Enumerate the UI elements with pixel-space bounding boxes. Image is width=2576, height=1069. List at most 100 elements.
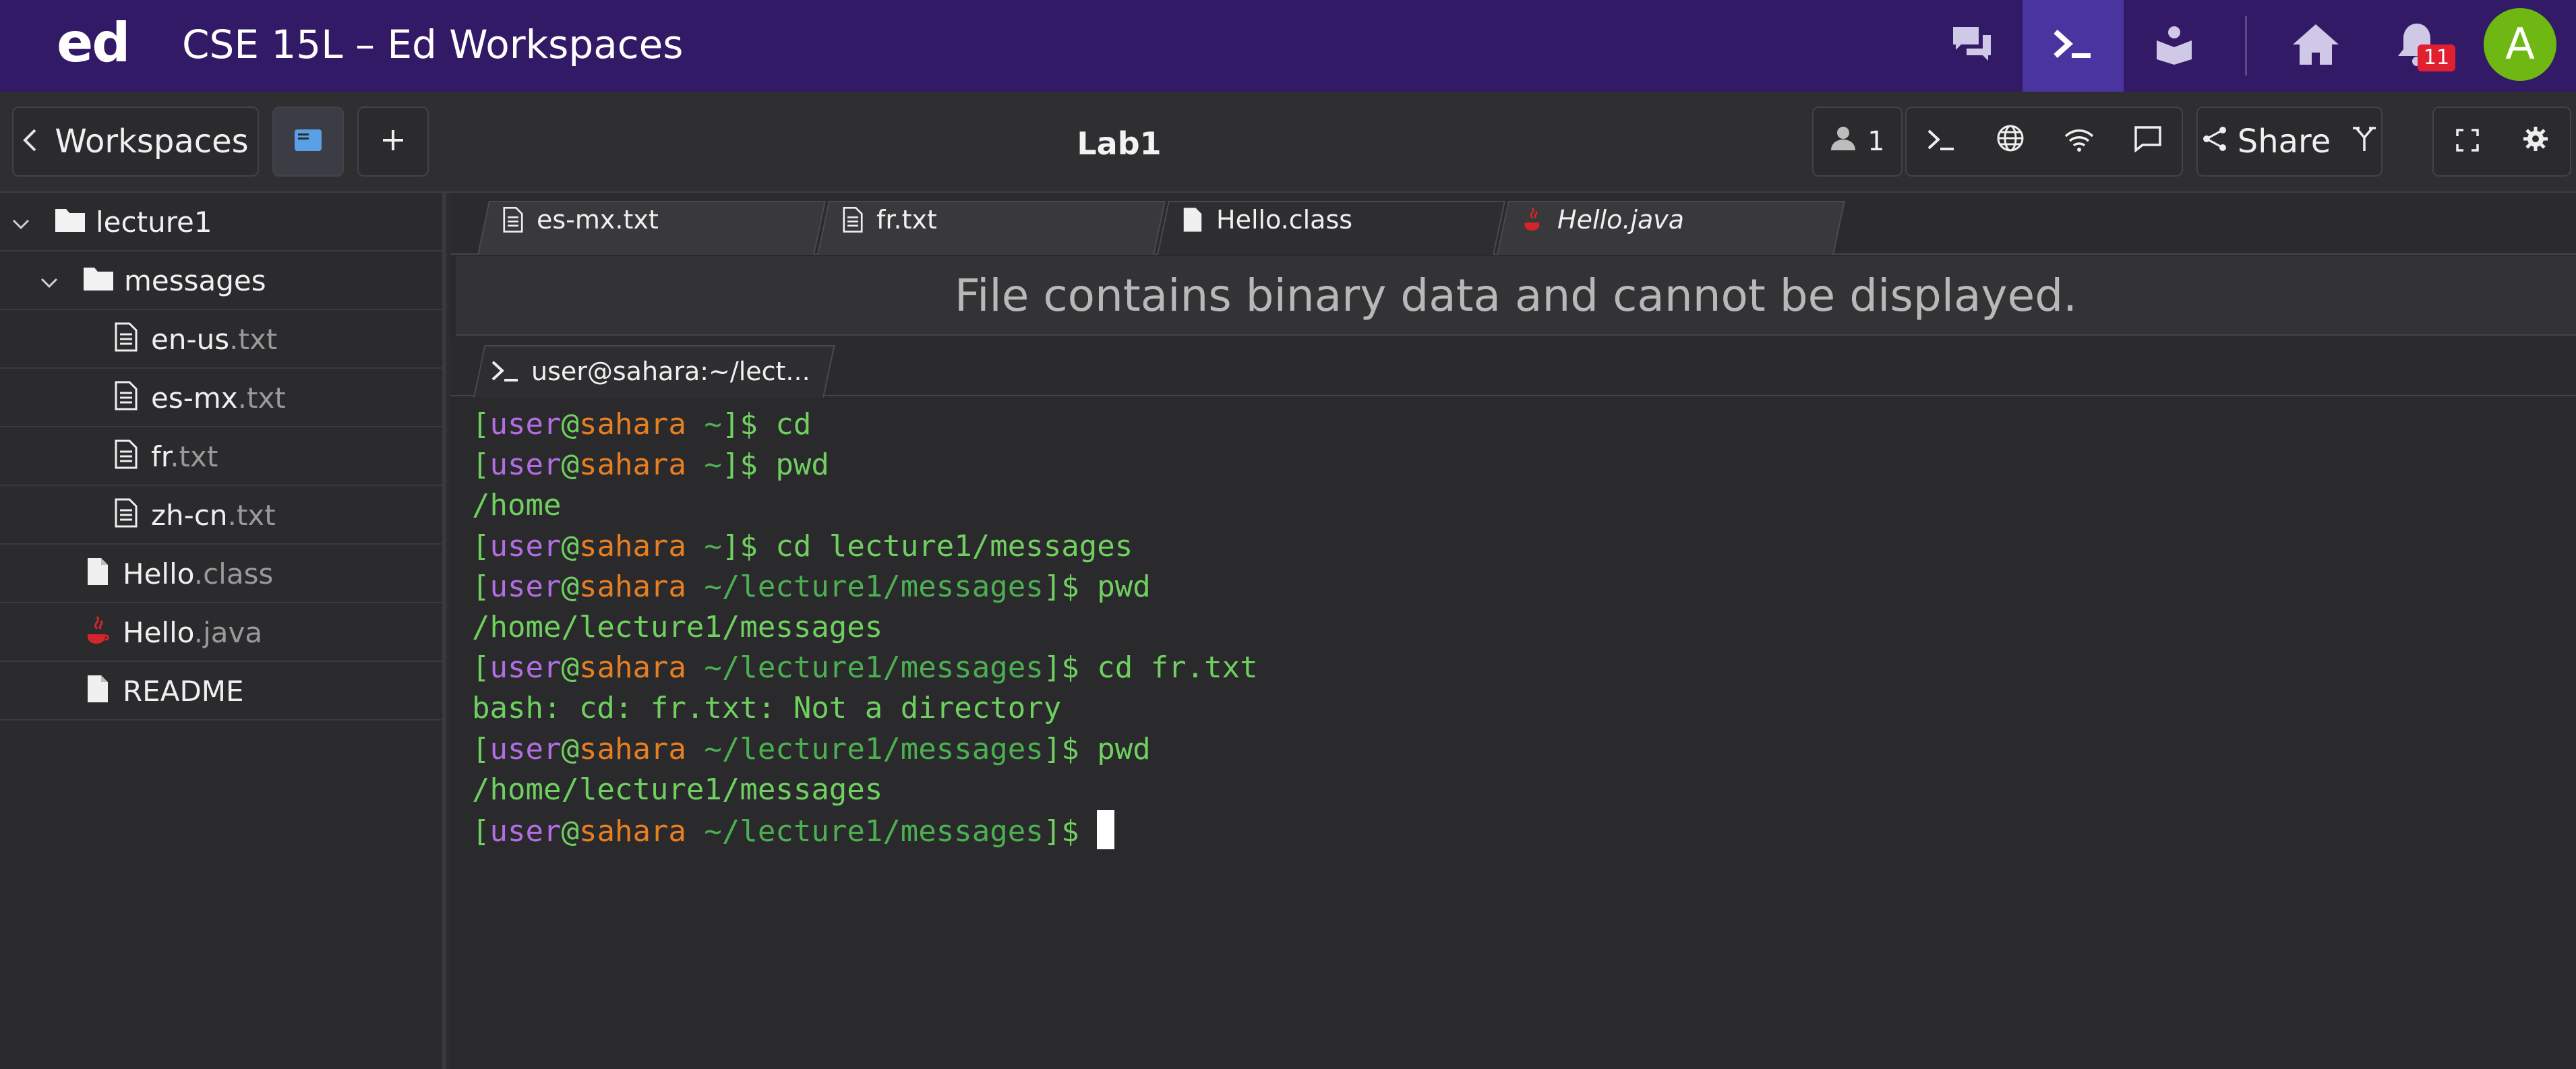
text-file-icon: [115, 439, 138, 476]
terminal-cursor: [1097, 810, 1115, 849]
prompt-at: @: [561, 448, 579, 483]
workspaces-label: Workspaces: [55, 123, 249, 160]
prompt-bracket: ]$: [721, 407, 776, 441]
avatar[interactable]: A: [2484, 8, 2556, 81]
terminal-icon: [2051, 28, 2095, 64]
plus-icon: [381, 123, 405, 160]
file-name: fr: [151, 440, 171, 473]
tools-group: [1905, 106, 2183, 177]
tree-file-fr[interactable]: fr.txt: [0, 427, 442, 486]
tree-item-label: README: [123, 675, 244, 708]
terminal-command: pwd: [1097, 731, 1151, 766]
lessons-button[interactable]: [2124, 0, 2225, 92]
tree-folder-lecture1[interactable]: lecture1: [0, 193, 442, 251]
java-icon: [85, 615, 111, 653]
top-navbar: ed CSE 15L – Ed Workspaces 11 A: [0, 0, 2576, 92]
prompt-bracket: ]$: [1043, 814, 1098, 849]
tree-item-label: fr.txt: [151, 441, 218, 473]
ed-logo[interactable]: ed: [57, 9, 131, 77]
terminal-line: [user@sahara ~]$ cd: [472, 404, 2576, 445]
chevron-down-icon[interactable]: [11, 208, 38, 235]
tab-hello-java-label[interactable]: Hello.java: [1522, 200, 1684, 240]
tab-fr-label[interactable]: fr.txt: [843, 200, 937, 240]
terminal-line: [user@sahara ~/lecture1/messages]$ cd fr…: [472, 648, 2576, 688]
file-name: en-us: [151, 323, 230, 356]
file-panel-toggle[interactable]: [272, 106, 344, 177]
tree-file-hello-class[interactable]: Hello.class: [0, 545, 442, 603]
prompt-bracket: [: [472, 650, 490, 685]
terminal-output[interactable]: [user@sahara ~]$ cd [user@sahara ~]$ pwd /…: [456, 398, 2576, 1069]
discussion-button[interactable]: [1921, 0, 2023, 92]
home-button[interactable]: [2265, 0, 2366, 92]
text-file-icon: [843, 207, 863, 233]
prompt-path: ~/lecture1/messages: [686, 814, 1044, 849]
workspace-name: Lab1: [1077, 125, 1162, 162]
fullscreen-icon[interactable]: [2455, 123, 2480, 160]
tree-file-en-us[interactable]: en-us.txt: [0, 310, 442, 369]
tab-hello-class-label[interactable]: Hello.class: [1182, 200, 1352, 240]
terminal-line: /home/lecture1/messages: [472, 607, 2576, 648]
tree-file-zh-cn[interactable]: zh-cn.txt: [0, 486, 442, 545]
terminal-line: /home: [472, 485, 2576, 526]
text-file-icon: [115, 322, 138, 359]
text-file-icon: [115, 498, 138, 534]
terminal-command: pwd: [775, 448, 829, 483]
gear-icon[interactable]: [2522, 123, 2549, 160]
terminal-output-text: /home: [472, 488, 562, 523]
prompt-at: @: [561, 528, 579, 563]
terminal-line: /home/lecture1/messages: [472, 770, 2576, 810]
home-icon: [2292, 23, 2340, 69]
chat-icon[interactable]: [2134, 123, 2162, 160]
tree-folder-messages[interactable]: messages: [0, 251, 442, 310]
wifi-icon[interactable]: [2064, 123, 2094, 160]
terminal-tab-bar: user@sahara:~/lect...: [450, 337, 2576, 398]
terminal-command: cd lecture1/messages: [775, 528, 1133, 563]
globe-icon[interactable]: [1996, 123, 2025, 160]
editor-tab-bar: es-mx.txt fr.txt Hello.class Hello.java: [450, 193, 2576, 255]
file-tree: lecture1 messages en-us.txt es-mx.txt fr…: [0, 193, 446, 1069]
tree-item-label: lecture1: [96, 206, 212, 239]
terminal-line: bash: cd: fr.txt: Not a directory: [472, 688, 2576, 729]
prompt-user: user: [489, 528, 562, 563]
share-icon: [2201, 123, 2228, 160]
terminal-command: cd fr.txt: [1097, 650, 1258, 685]
terminal-output-text: /home/lecture1/messages: [472, 609, 883, 644]
terminal-line: [user@sahara ~/lecture1/messages]$ pwd: [472, 729, 2576, 770]
prompt-bracket: [: [472, 448, 490, 483]
users-button[interactable]: 1: [1812, 106, 1903, 177]
tree-item-label: messages: [124, 264, 266, 297]
prompt-path: ~: [686, 448, 722, 483]
prompt-user: user: [489, 569, 562, 604]
terminal-tab-label[interactable]: user@sahara:~/lect...: [491, 353, 810, 390]
workspaces-terminal-button[interactable]: [2023, 0, 2124, 92]
tree-file-es-mx[interactable]: es-mx.txt: [0, 369, 442, 427]
tab-es-mx-label[interactable]: es-mx.txt: [503, 200, 659, 240]
text-file-icon: [503, 207, 523, 233]
terminal-command: pwd: [1097, 569, 1151, 604]
course-title: CSE 15L – Ed Workspaces: [182, 22, 684, 67]
prompt-bracket: [: [472, 569, 490, 604]
add-button[interactable]: [357, 106, 429, 177]
file-ext: .class: [193, 557, 274, 590]
share-group: Share: [2196, 106, 2383, 177]
file-name: zh-cn: [151, 499, 228, 532]
chevron-down-icon[interactable]: [39, 266, 66, 293]
terminal-line: [user@sahara ~/lecture1/messages]$ pwd: [472, 567, 2576, 607]
prompt-user: user: [489, 407, 562, 441]
tree-file-hello-java[interactable]: Hello.java: [0, 603, 442, 662]
prompt-at: @: [561, 407, 579, 441]
tree-item-label: en-us.txt: [151, 324, 277, 356]
tab-label: es-mx.txt: [537, 205, 659, 235]
workspace-toolbar: Workspaces Lab1 1 Share: [0, 92, 2576, 193]
file-name: Hello: [123, 557, 194, 590]
workspaces-back-button[interactable]: Workspaces: [12, 106, 259, 177]
fork-icon[interactable]: [2351, 123, 2378, 160]
tree-item-label: es-mx.txt: [151, 382, 286, 415]
tree-file-readme[interactable]: README: [0, 662, 442, 721]
tree-item-label: Hello.java: [123, 617, 262, 649]
prompt-host: sahara: [578, 448, 686, 483]
tab-label: Hello.class: [1216, 205, 1353, 235]
user-count: 1: [1867, 126, 1885, 157]
terminal-icon[interactable]: [1927, 123, 1956, 160]
share-button[interactable]: Share: [2238, 123, 2331, 160]
